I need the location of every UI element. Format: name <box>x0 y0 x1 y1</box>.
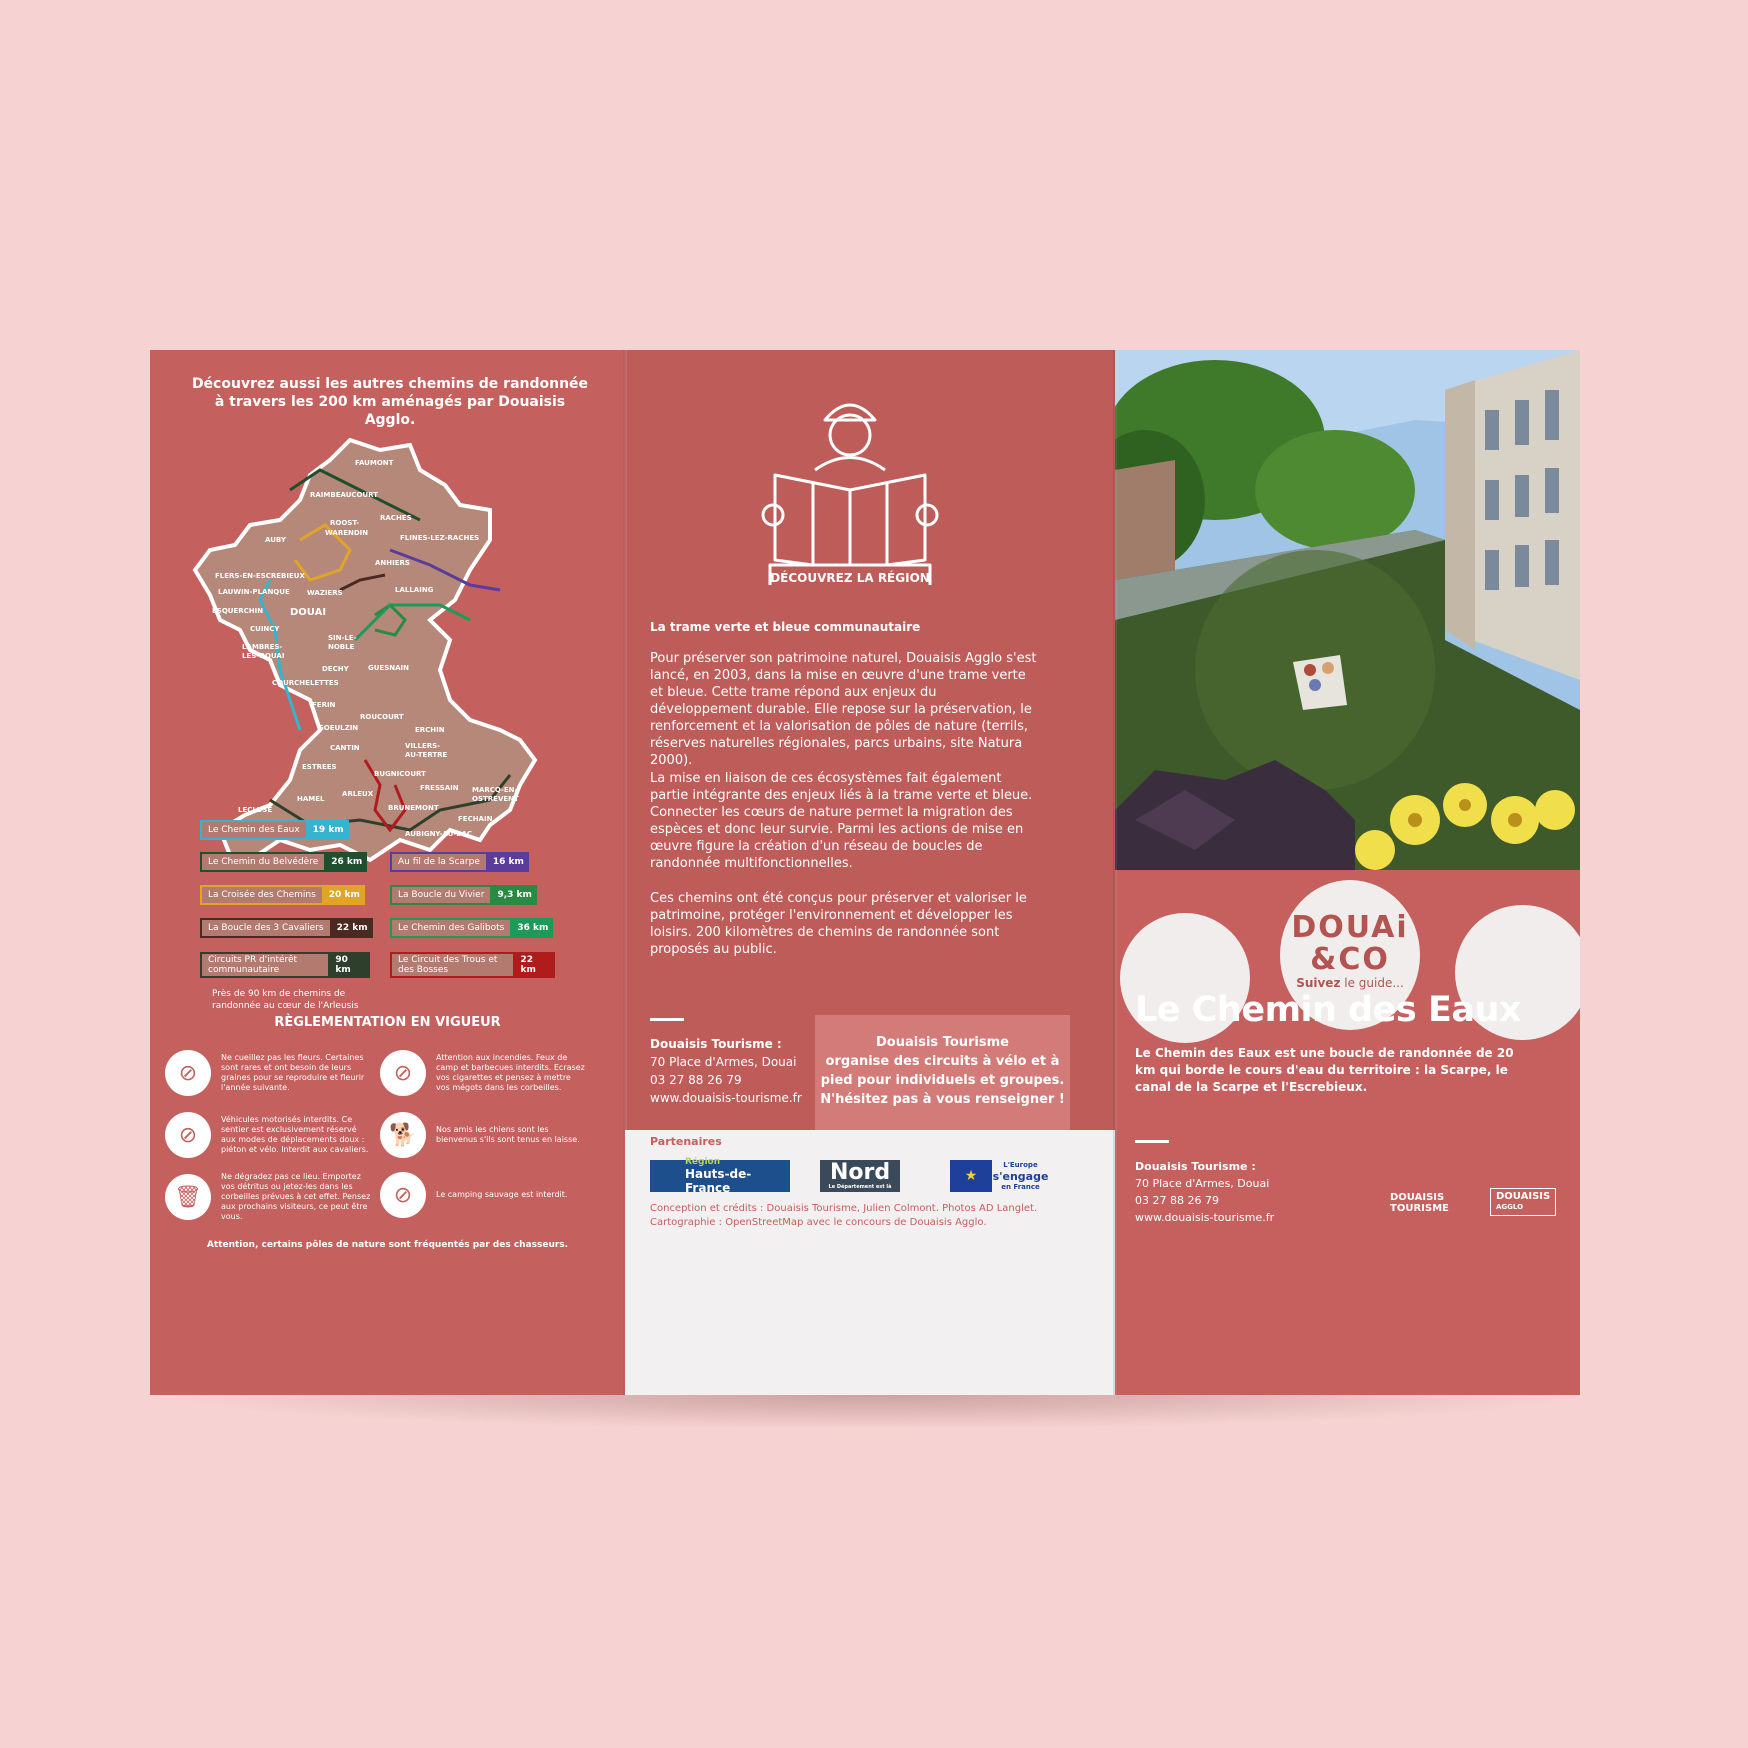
douaisis-tourisme-logo: DOUAISIS TOURISME <box>1390 1192 1449 1214</box>
legend-item: Le Chemin du Belvédère 26 km <box>200 852 368 872</box>
europe-engage-logo: L'Europe s'engage en France <box>992 1160 1049 1191</box>
legend-item: Circuits PR d'intérêt communautaire 90 k… <box>200 952 370 978</box>
nord-department-logo: Nord Le Département est là <box>820 1160 900 1192</box>
left-panel-title: Découvrez aussi les autres chemins de ra… <box>191 376 589 428</box>
town-label: FERIN <box>312 701 336 709</box>
litter-bin-icon: 🗑 <box>165 1174 211 1220</box>
town-label: AUBY <box>265 536 287 544</box>
no-fire-icon: ⊘ <box>380 1050 426 1096</box>
town-label: NOBLE <box>328 643 355 651</box>
eu-flag-icon: ★ <box>950 1160 992 1192</box>
town-label: VILLERS- <box>405 742 440 750</box>
explorer-reading-map-icon: DÉCOUVREZ LA RÉGION <box>761 403 939 585</box>
rule-item: ⊘ Attention aux incendies. Feux de camp … <box>380 1050 586 1096</box>
fold-line <box>1113 350 1117 1395</box>
no-camping-icon: ⊘ <box>380 1172 426 1218</box>
town-label: RACHES <box>380 514 412 522</box>
town-label: ROUCOURT <box>360 713 404 721</box>
town-label: FAUMONT <box>355 459 394 467</box>
town-label: SIN-LE- <box>328 634 357 642</box>
legend-item: Au fil de la Scarpe 16 km <box>390 852 529 872</box>
town-label: DOUAI <box>290 607 326 618</box>
paragraph: La mise en liaison de ces écosystèmes fa… <box>650 771 1033 871</box>
website-link[interactable]: www.douaisis-tourisme.fr <box>1135 1209 1274 1226</box>
legend-item: Le Chemin des Eaux 19 km <box>200 820 349 840</box>
credits: Conception et crédits : Douaisis Tourism… <box>650 1203 1038 1228</box>
no-flower-picking-icon: ⊘ <box>165 1050 211 1096</box>
town-label: AUBIGNY-AU-BAC <box>405 830 472 838</box>
town-label: GOEULZIN <box>318 724 358 732</box>
left-panel: Découvrez aussi les autres chemins de ra… <box>150 350 625 1395</box>
partners-strip: Partenaires Région Hauts-de-France Nord … <box>625 1130 1115 1395</box>
website-link[interactable]: www.douaisis-tourisme.fr <box>650 1089 802 1107</box>
town-label: FECHAIN <box>458 815 493 823</box>
town-label: LAUWIN-PLANQUE <box>218 588 290 596</box>
rule-item: ⊘ Véhicules motorisés interdits. Ce sent… <box>165 1112 371 1158</box>
middle-panel: DÉCOUVREZ LA RÉGION La trame verte et bl… <box>625 350 1115 1395</box>
rule-item: ⊘ Ne cueillez pas les fleurs. Certaines … <box>165 1050 371 1096</box>
town-label: LECLUSE <box>238 806 272 814</box>
tours-info-box: Douaisis Tourisme organise des circuits … <box>815 1015 1070 1130</box>
town-label: ESTREES <box>302 763 337 771</box>
divider <box>650 1018 684 1021</box>
brochure-title: Le Chemin des Eaux <box>1135 990 1521 1030</box>
town-label: DECHY <box>322 665 350 673</box>
town-label: ARLEUX <box>342 790 374 798</box>
town-label: HAMEL <box>297 795 325 803</box>
legend-note: Près de 90 km de chemins de randonnée au… <box>212 989 359 1011</box>
town-label: LAMBRES- <box>242 643 282 651</box>
paragraph: Ces chemins ont été conçus pour préserve… <box>650 891 1027 957</box>
town-label: ANHIERS <box>375 559 410 567</box>
town-label: FLERS-EN-ESCREBIEUX <box>215 572 305 580</box>
legend-item: Le Circuit des Trous et des Bosses 22 km <box>390 952 555 978</box>
rule-item: ⊘ Le camping sauvage est interdit. <box>380 1172 586 1218</box>
town-label: CUINCY <box>250 625 280 633</box>
rule-item: 🗑 Ne dégradez pas ce lieu. Emportez vos … <box>165 1172 371 1222</box>
rules-title: RÈGLEMENTATION EN VIGUEUR <box>274 1015 501 1030</box>
town-label: FLINES-LEZ-RACHES <box>400 534 479 542</box>
region-hauts-de-france-logo: Région Hauts-de-France <box>650 1157 790 1195</box>
hunters-warning: Attention, certains pôles de nature sont… <box>206 1240 569 1250</box>
cover-panel: DOUAi &CO Suivez le guide... Le Chemin d… <box>1115 350 1580 1395</box>
douaisis-agglo-logo: DOUAISIS AGGLO <box>1490 1188 1557 1216</box>
dog-on-leash-icon: 🐕 <box>380 1112 426 1158</box>
section-heading: La trame verte et bleue communautaire <box>650 620 921 634</box>
paragraph: Pour préserver son patrimoine naturel, D… <box>650 651 1037 768</box>
legend-item: La Croisée des Chemins 20 km <box>200 885 365 905</box>
divider <box>1135 1140 1169 1143</box>
town-label: OSTREVENT <box>472 795 519 803</box>
town-label: MARCQ-EN- <box>472 786 518 794</box>
town-label: ERCHIN <box>415 726 445 734</box>
town-label: BRUNEMONT <box>388 804 439 812</box>
town-label: COURCHELETTES <box>272 679 339 687</box>
town-label: BUGNICOURT <box>374 770 426 778</box>
contact-block: Douaisis Tourisme : 70 Place d'Armes, Do… <box>650 1037 802 1107</box>
brochure-description: Le Chemin des Eaux est une boucle de ran… <box>1135 1046 1514 1094</box>
fold-line <box>623 350 627 1395</box>
icon-caption: DÉCOUVREZ LA RÉGION <box>770 570 930 585</box>
town-label: CANTIN <box>330 744 360 752</box>
canal-photo <box>1115 350 1580 870</box>
rule-item: 🐕 Nos amis les chiens sont les bienvenus… <box>380 1112 586 1158</box>
town-label: AU-TERTRE <box>405 751 448 759</box>
legend-item: La Boucle du Vivier 9,3 km <box>390 885 537 905</box>
town-label: RAIMBEAUCOURT <box>310 491 378 499</box>
trifold-brochure: Découvrez aussi les autres chemins de ra… <box>150 350 1580 1395</box>
no-motor-vehicle-icon: ⊘ <box>165 1112 211 1158</box>
town-label: LALLAING <box>395 586 434 594</box>
town-label: FRESSAIN <box>420 784 459 792</box>
town-label: LES-DOUAI <box>242 652 284 660</box>
town-label: ESQUERCHIN <box>212 607 263 615</box>
town-label: GUESNAIN <box>368 664 409 672</box>
partners-title: Partenaires <box>650 1135 722 1148</box>
town-label: ROOST- <box>330 519 359 527</box>
contact-block: Douaisis Tourisme : 70 Place d'Armes, Do… <box>1135 1160 1275 1226</box>
legend-item: La Boucle des 3 Cavaliers 22 km <box>200 918 373 938</box>
town-label: WARENDIN <box>325 529 368 537</box>
town-label: WAZIERS <box>307 589 343 597</box>
legend-item: Le Chemin des Galibots 36 km <box>390 918 554 938</box>
